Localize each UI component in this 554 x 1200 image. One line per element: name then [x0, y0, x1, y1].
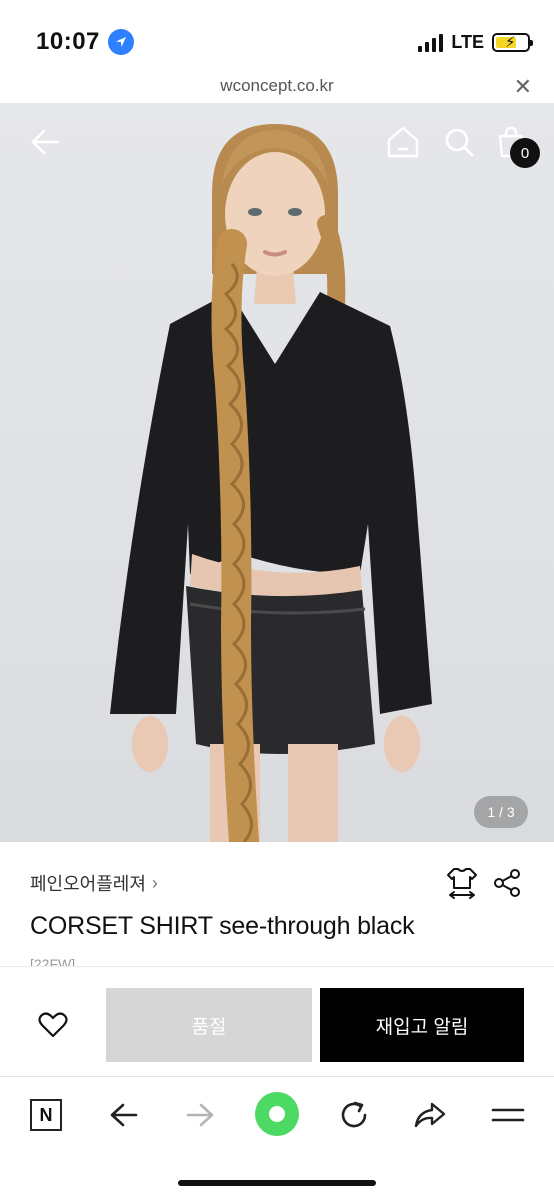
cart-count-badge[interactable]: 0	[510, 138, 540, 168]
brand-link[interactable]: 페인오어플레져 ›	[30, 870, 158, 896]
size-guide-icon[interactable]	[446, 866, 478, 900]
naver-icon[interactable]: N	[26, 1095, 66, 1135]
home-icon[interactable]	[386, 124, 420, 160]
search-icon[interactable]	[442, 124, 476, 160]
reload-icon[interactable]	[334, 1095, 374, 1135]
restock-alert-button[interactable]: 재입고 알림	[320, 988, 524, 1062]
naver-label[interactable]: N	[30, 1099, 62, 1131]
soldout-button: 품절	[106, 988, 312, 1062]
location-arrow-icon	[107, 29, 134, 55]
product-image-gallery[interactable]: 0 1 / 3	[0, 104, 554, 842]
share-icon[interactable]	[492, 868, 522, 898]
wishlist-heart-icon[interactable]	[38, 1011, 68, 1039]
close-icon[interactable]: ✕	[514, 74, 532, 100]
share-arrow-icon[interactable]	[410, 1095, 450, 1135]
signal-icon	[418, 33, 444, 52]
status-bar: 10:07 LTE ⚡	[0, 0, 554, 72]
browser-back-icon[interactable]	[104, 1095, 144, 1135]
network-label: LTE	[451, 32, 484, 52]
home-indicator	[178, 1180, 376, 1186]
url-text[interactable]: wconcept.co.kr	[0, 76, 554, 96]
product-title: CORSET SHIRT see-through black	[30, 912, 415, 940]
status-time: 10:07	[36, 28, 134, 56]
back-arrow-icon[interactable]	[28, 124, 64, 160]
brand-name[interactable]: 페인오어플레져	[30, 870, 146, 896]
status-indicators: LTE ⚡	[418, 32, 533, 53]
chevron-right-icon: ›	[151, 872, 158, 893]
season-label: [22FW]	[30, 956, 76, 966]
menu-icon[interactable]	[488, 1095, 528, 1135]
gallery-page-indicator: 1 / 3	[474, 796, 528, 828]
green-dot-icon[interactable]	[254, 1091, 300, 1137]
browser-forward-icon[interactable]	[180, 1095, 220, 1135]
status-time-text: 10:07	[36, 28, 100, 55]
product-photo	[110, 124, 432, 842]
purchase-action-bar: 품절 재입고 알림	[0, 966, 554, 1076]
url-bar[interactable]: wconcept.co.kr ✕	[0, 72, 554, 104]
battery-icon: ⚡	[492, 33, 533, 52]
